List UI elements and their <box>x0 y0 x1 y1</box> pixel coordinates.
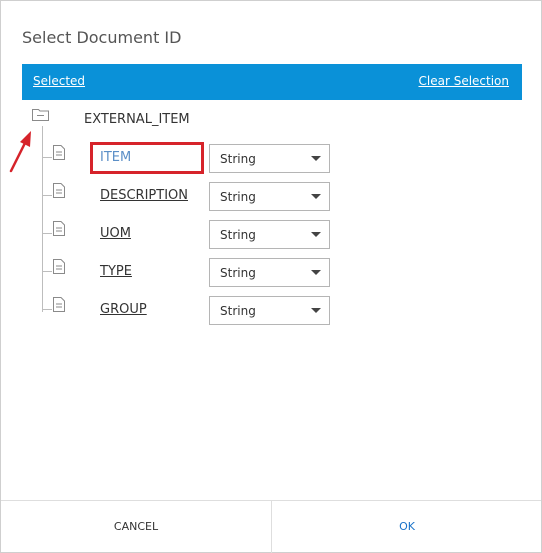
document-icon <box>51 144 67 166</box>
type-select-item[interactable]: String <box>209 144 330 173</box>
document-icon <box>51 296 67 318</box>
selection-header-bar: Selected Clear Selection <box>22 64 522 100</box>
clear-selection-link[interactable]: Clear Selection <box>419 74 510 88</box>
chevron-down-icon <box>311 194 321 199</box>
dialog-title: Select Document ID <box>22 28 182 47</box>
type-select-value: String <box>220 152 256 166</box>
red-arrow-annotation <box>7 127 37 181</box>
type-select-group[interactable]: String <box>209 296 330 325</box>
tree-root-label[interactable]: EXTERNAL_ITEM <box>84 112 190 127</box>
cancel-button[interactable]: CANCEL <box>1 501 271 553</box>
highlight-annotation-box <box>90 142 204 174</box>
ok-button[interactable]: OK <box>272 501 542 553</box>
type-select-value: String <box>220 266 256 280</box>
chevron-down-icon <box>311 270 321 275</box>
type-select-value: String <box>220 190 256 204</box>
chevron-down-icon <box>311 156 321 161</box>
document-icon <box>51 258 67 280</box>
document-icon <box>51 182 67 204</box>
type-select-uom[interactable]: String <box>209 220 330 249</box>
type-select-value: String <box>220 228 256 242</box>
field-label-group[interactable]: GROUP <box>100 302 147 317</box>
select-document-dialog: Select Document ID Selected Clear Select… <box>0 0 542 553</box>
chevron-down-icon <box>311 308 321 313</box>
type-select-value: String <box>220 304 256 318</box>
selected-link[interactable]: Selected <box>33 74 85 88</box>
field-label-description[interactable]: DESCRIPTION <box>100 188 188 203</box>
document-icon <box>51 220 67 242</box>
tree-connector-vertical <box>42 126 43 312</box>
field-label-type[interactable]: TYPE <box>100 264 132 279</box>
type-select-type[interactable]: String <box>209 258 330 287</box>
type-select-description[interactable]: String <box>209 182 330 211</box>
field-label-uom[interactable]: UOM <box>100 226 131 241</box>
folder-icon[interactable] <box>31 105 51 127</box>
chevron-down-icon <box>311 232 321 237</box>
dialog-footer: CANCEL OK <box>1 500 541 553</box>
